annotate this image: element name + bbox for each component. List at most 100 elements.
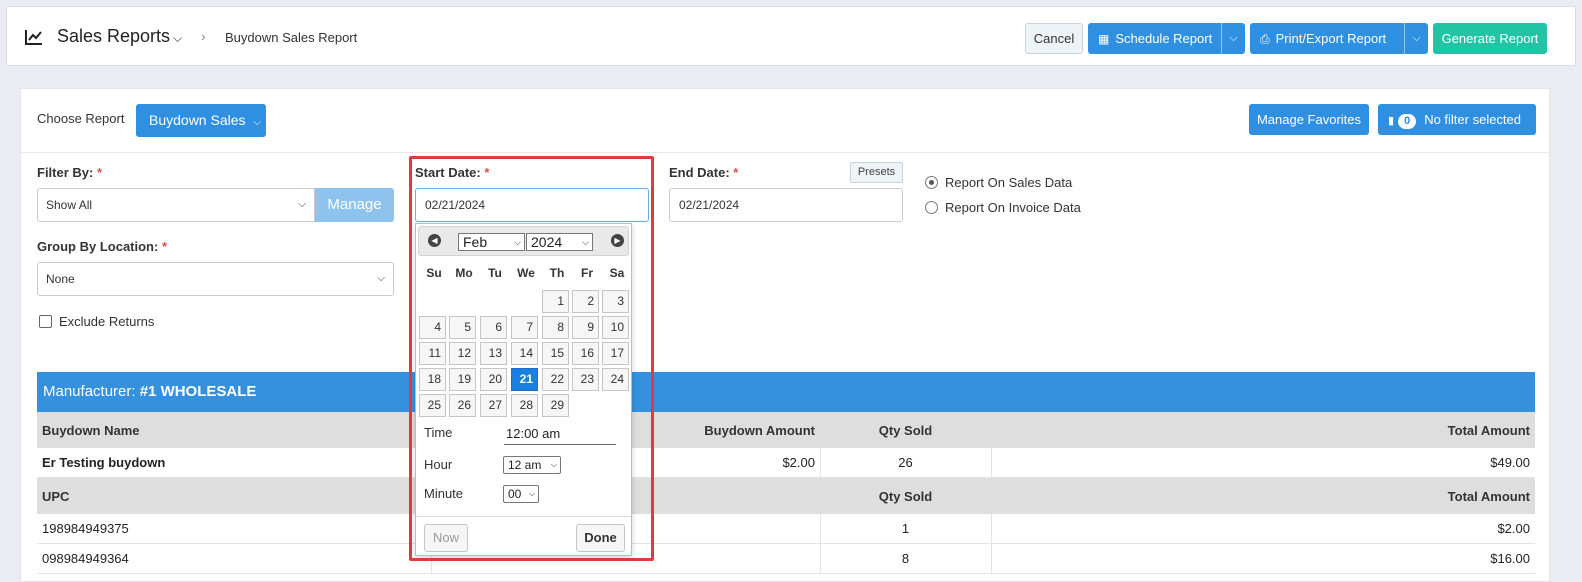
- calendar-day[interactable]: 19: [449, 368, 476, 391]
- calendar-day[interactable]: 4: [419, 316, 446, 339]
- manage-button[interactable]: Manage: [315, 188, 394, 222]
- exclude-returns-label: Exclude Returns: [59, 314, 155, 329]
- report-on-sales-label: Report On Sales Data: [945, 175, 1073, 190]
- qty-sold-cell: 26: [898, 455, 913, 470]
- buydown-name-cell: Er Testing buydown: [42, 455, 166, 470]
- group-by-select[interactable]: None ⌵: [37, 262, 394, 296]
- calendar-day[interactable]: 25: [419, 394, 446, 417]
- weekday-label: Su: [426, 266, 442, 280]
- calendar-day[interactable]: 10: [602, 316, 629, 339]
- calendar-day[interactable]: 29: [542, 394, 569, 417]
- report-card: Choose Report Buydown Sales ⌵ Manage Fav…: [20, 88, 1551, 582]
- now-button[interactable]: Now: [424, 524, 468, 552]
- manufacturer-header: Manufacturer: #1 WHOLESALE: [37, 372, 1535, 412]
- filter-by-select[interactable]: Show All ⌵: [37, 188, 315, 222]
- calendar-day[interactable]: 16: [572, 342, 599, 365]
- calendar-day[interactable]: 6: [480, 316, 507, 339]
- weekday-label: We: [517, 266, 535, 280]
- report-select-button[interactable]: Buydown Sales ⌵: [136, 104, 266, 137]
- calendar-day[interactable]: 13: [480, 342, 507, 365]
- choose-report-label: Choose Report: [37, 111, 125, 126]
- calendar-day[interactable]: 26: [449, 394, 476, 417]
- calendar-day[interactable]: 12: [449, 342, 476, 365]
- chevron-down-icon: ⌵: [550, 460, 557, 469]
- schedule-dropdown-chevron-icon[interactable]: ⌵: [1221, 23, 1245, 54]
- calendar-day[interactable]: 3: [602, 290, 629, 313]
- calendar-day[interactable]: 21: [511, 368, 538, 391]
- done-button[interactable]: Done: [576, 524, 625, 552]
- calendar-day[interactable]: 11: [419, 342, 446, 365]
- calendar-day[interactable]: 22: [542, 368, 569, 391]
- filter-status-button[interactable]: ▮ 0 No filter selected: [1378, 104, 1536, 135]
- group-by-label: Group By Location: *: [37, 239, 167, 254]
- col-buydown-name: Buydown Name: [42, 422, 140, 438]
- divider: [21, 152, 1551, 153]
- report-on-invoice-radio[interactable]: [925, 201, 938, 214]
- presets-button[interactable]: Presets: [850, 162, 903, 183]
- col-qty-sold: Qty Sold: [878, 422, 933, 438]
- print-dropdown-chevron-icon[interactable]: ⌵: [1404, 23, 1428, 54]
- total-amount-cell: $16.00: [1490, 551, 1530, 566]
- weekday-label: Mo: [455, 266, 473, 280]
- calendar-day[interactable]: 28: [511, 394, 538, 417]
- col-total-amount: Total Amount: [1447, 422, 1530, 438]
- qty-sold-cell: 1: [901, 521, 910, 536]
- year-select[interactable]: 2024 ⌵: [526, 233, 593, 251]
- exclude-returns-option[interactable]: Exclude Returns: [39, 314, 154, 329]
- calendar-day[interactable]: 5: [449, 316, 476, 339]
- calendar-day[interactable]: 2: [572, 290, 599, 313]
- print-export-button[interactable]: ⎙ Print/Export Report ⌵: [1250, 23, 1428, 54]
- minute-select[interactable]: 00 ⌵: [503, 485, 539, 503]
- exclude-returns-checkbox[interactable]: [39, 315, 52, 328]
- required-mark: *: [96, 165, 103, 180]
- weekday-label: Tu: [488, 266, 502, 280]
- cell-divider: [991, 544, 992, 573]
- end-date-label: End Date: *: [669, 165, 738, 180]
- weekday-label: Fr: [581, 266, 593, 280]
- page-title[interactable]: Sales Reports: [57, 26, 170, 47]
- next-month-icon[interactable]: ▶: [611, 234, 624, 247]
- schedule-report-button[interactable]: ▦ Schedule Report ⌵: [1088, 23, 1245, 54]
- calendar-day[interactable]: 18: [419, 368, 446, 391]
- report-on-sales-option[interactable]: Report On Sales Data: [925, 175, 1072, 190]
- upc-cell: 098984949364: [42, 551, 129, 566]
- manage-favorites-button[interactable]: Manage Favorites: [1249, 104, 1369, 135]
- group-by-label-text: Group By Location:: [37, 239, 159, 254]
- cancel-button[interactable]: Cancel: [1025, 23, 1083, 54]
- chevron-down-icon[interactable]: ⌵: [173, 31, 182, 46]
- calendar-day[interactable]: 20: [480, 368, 507, 391]
- minute-label: Minute: [424, 486, 464, 501]
- line-chart-icon: [25, 30, 42, 45]
- buydown-table-header: Buydown Name Buydown Amount Qty Sold Tot…: [37, 412, 1535, 448]
- generate-report-button[interactable]: Generate Report: [1433, 23, 1547, 54]
- calendar-day[interactable]: 8: [542, 316, 569, 339]
- prev-month-icon[interactable]: ◀: [428, 234, 441, 247]
- printer-icon: ⎙: [1260, 32, 1270, 46]
- required-mark: *: [161, 239, 168, 254]
- calendar-day[interactable]: 7: [511, 316, 538, 339]
- calendar-day[interactable]: 14: [511, 342, 538, 365]
- calendar-day[interactable]: 23: [572, 368, 599, 391]
- table-row: 198984949375 1 $2.00: [37, 514, 1535, 544]
- calendar-icon: ▦: [1098, 32, 1110, 46]
- page-header: Sales Reports ⌵ › Buydown Sales Report C…: [6, 6, 1576, 66]
- calendar-day[interactable]: 1: [542, 290, 569, 313]
- report-on-invoice-option[interactable]: Report On Invoice Data: [925, 200, 1081, 215]
- start-date-input[interactable]: 02/21/2024: [415, 188, 649, 222]
- hour-select[interactable]: 12 am ⌵: [503, 456, 561, 474]
- calendar-day[interactable]: 24: [602, 368, 629, 391]
- calendar-day[interactable]: 15: [542, 342, 569, 365]
- report-on-sales-radio[interactable]: [925, 176, 938, 189]
- end-date-input[interactable]: 02/21/2024: [669, 188, 903, 222]
- calendar-day[interactable]: 17: [602, 342, 629, 365]
- report-on-invoice-label: Report On Invoice Data: [945, 200, 1081, 215]
- cell-divider: [991, 448, 992, 477]
- chevron-down-icon: ⌵: [298, 199, 306, 210]
- report-select-label: Buydown Sales: [149, 112, 246, 128]
- calendar-day[interactable]: 9: [572, 316, 599, 339]
- month-select[interactable]: Feb ⌵: [458, 233, 525, 251]
- col-upc: UPC: [42, 488, 70, 504]
- required-mark: *: [484, 165, 490, 180]
- upc-cell: 198984949375: [42, 521, 129, 536]
- calendar-day[interactable]: 27: [480, 394, 507, 417]
